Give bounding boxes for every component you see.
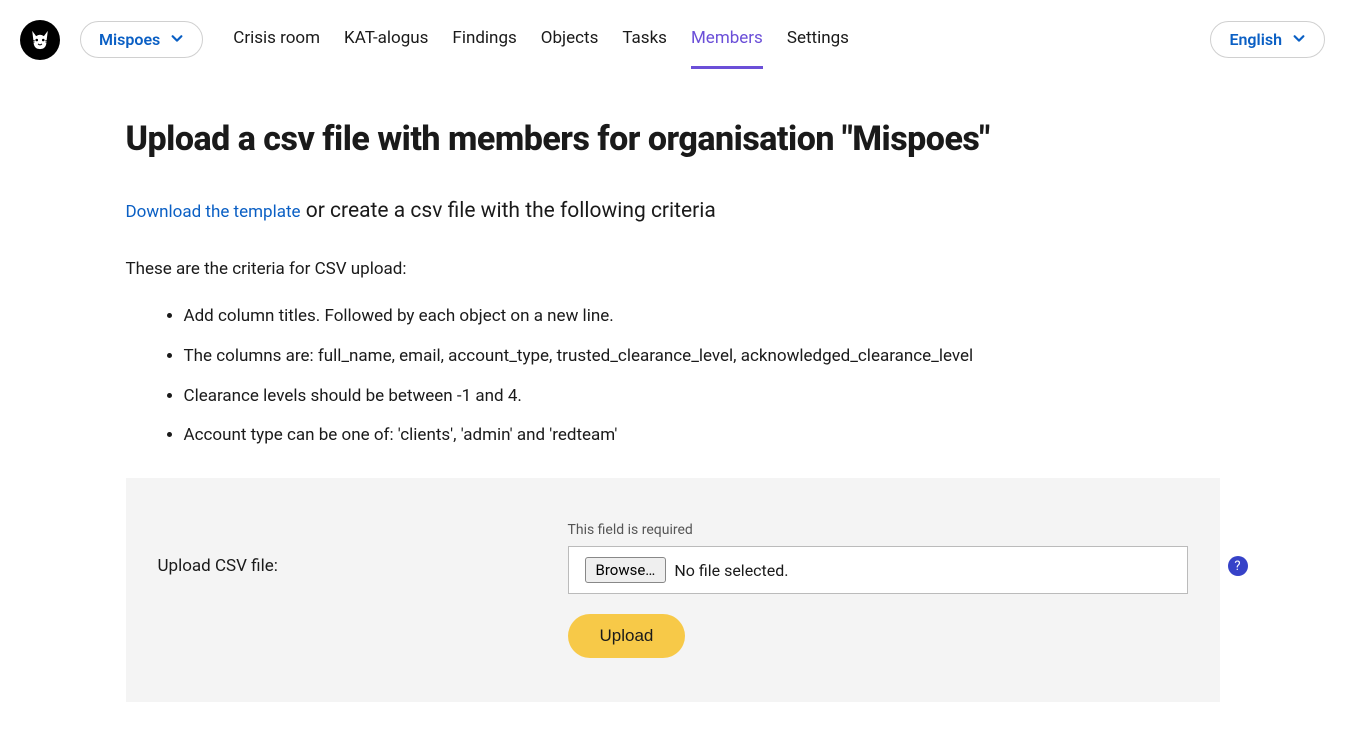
- org-selector[interactable]: Mispoes: [80, 21, 203, 58]
- criteria-item: Clearance levels should be between -1 an…: [184, 385, 1220, 409]
- chevron-down-icon: [1292, 30, 1306, 49]
- criteria-list: Add column titles. Followed by each obje…: [126, 305, 1220, 448]
- main-nav: Crisis room KAT-alogus Findings Objects …: [233, 10, 1190, 69]
- help-icon[interactable]: ?: [1228, 556, 1248, 576]
- browse-button[interactable]: Browse…: [585, 557, 667, 583]
- content: Upload a csv file with members for organ…: [48, 79, 1298, 742]
- nav-kat-alogus[interactable]: KAT-alogus: [344, 10, 428, 69]
- nav-findings[interactable]: Findings: [452, 10, 516, 69]
- criteria-item: Add column titles. Followed by each obje…: [184, 305, 1220, 329]
- upload-panel: Upload CSV file: This field is required …: [126, 478, 1220, 702]
- criteria-label: These are the criteria for CSV upload:: [126, 259, 1220, 279]
- criteria-item: Account type can be one of: 'clients', '…: [184, 424, 1220, 448]
- header: Mispoes Crisis room KAT-alogus Findings …: [0, 0, 1345, 79]
- org-name: Mispoes: [99, 30, 160, 49]
- subtext-rest: or create a csv file with the following …: [301, 199, 716, 223]
- logo[interactable]: [20, 20, 60, 60]
- file-status: No file selected.: [674, 561, 788, 580]
- nav-crisis-room[interactable]: Crisis room: [233, 10, 320, 69]
- file-input[interactable]: Browse… No file selected.: [568, 546, 1188, 594]
- subtext: Download the template or create a csv fi…: [126, 199, 1220, 223]
- language-selector[interactable]: English: [1210, 21, 1325, 58]
- upload-button[interactable]: Upload: [568, 614, 686, 658]
- page-title: Upload a csv file with members for organ…: [126, 119, 1220, 159]
- upload-field-label: Upload CSV file:: [158, 556, 528, 576]
- cat-logo-icon: [27, 27, 53, 53]
- required-note: This field is required: [568, 522, 1188, 538]
- criteria-item: The columns are: full_name, email, accou…: [184, 345, 1220, 369]
- download-template-link[interactable]: Download the template: [126, 202, 301, 222]
- nav-objects[interactable]: Objects: [541, 10, 599, 69]
- chevron-down-icon: [170, 30, 184, 49]
- nav-members[interactable]: Members: [691, 10, 763, 69]
- upload-controls: This field is required Browse… No file s…: [568, 522, 1188, 658]
- language-label: English: [1229, 30, 1282, 49]
- nav-settings[interactable]: Settings: [787, 10, 849, 69]
- nav-tasks[interactable]: Tasks: [622, 10, 667, 69]
